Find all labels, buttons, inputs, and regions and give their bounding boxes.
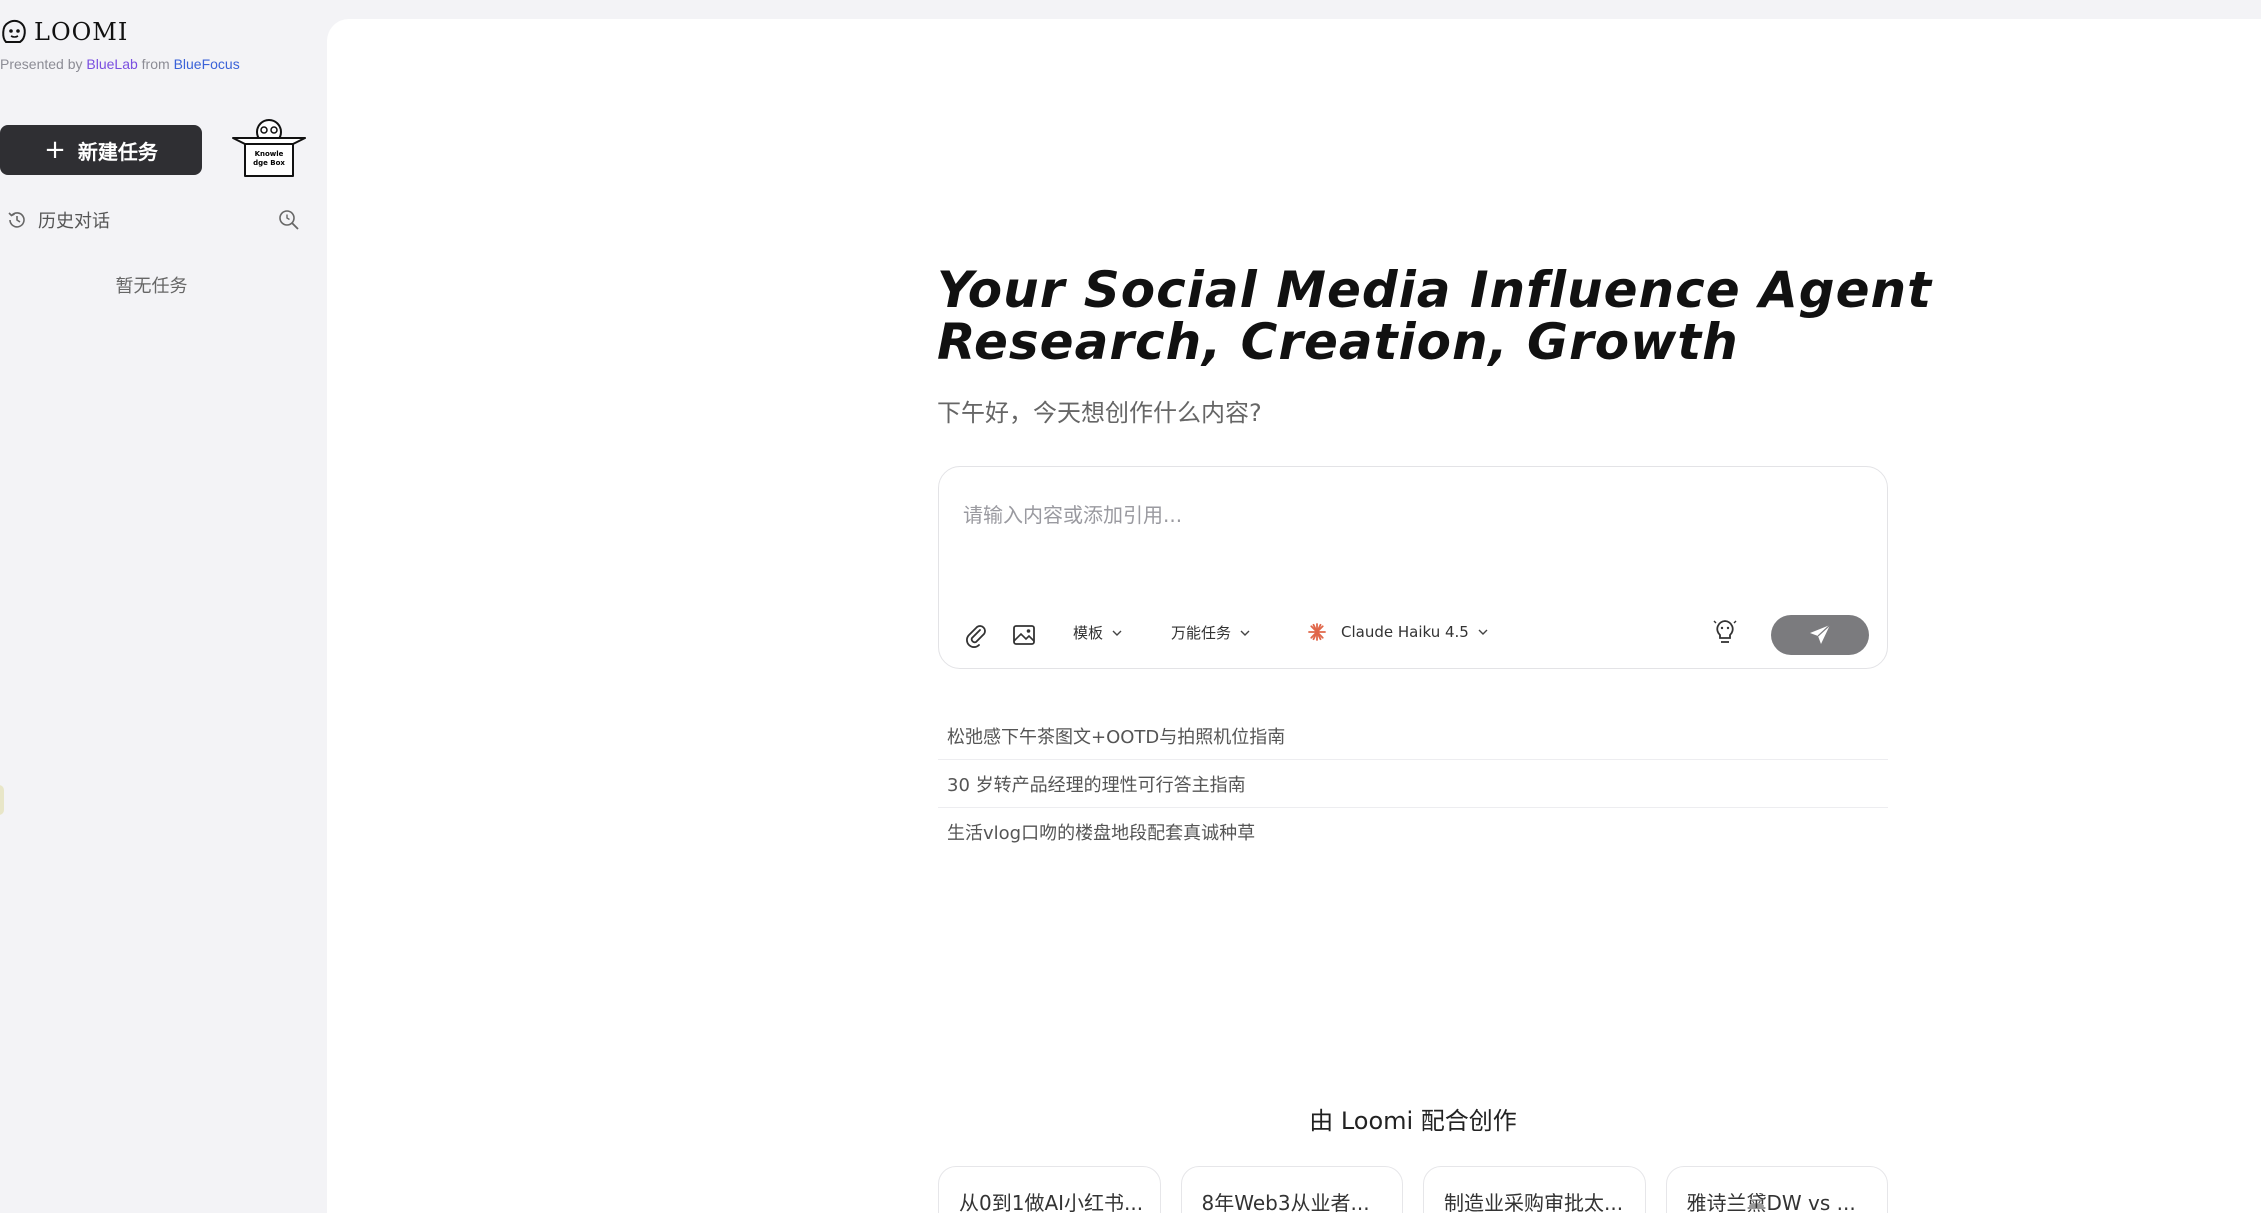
history-icon (8, 212, 25, 228)
sidebar-resize-handle[interactable] (0, 785, 4, 815)
composer: 模板 万能任务 Claude Haiku 4.5 (938, 466, 1888, 669)
hero-title: Your Social Media Influence Agent Resear… (937, 264, 1932, 368)
send-icon (1810, 624, 1831, 644)
brand-name: LOOMI (34, 18, 129, 46)
prompt-input[interactable] (963, 503, 1843, 527)
model-label: Claude Haiku 4.5 (1341, 623, 1469, 641)
showcase-title: 由 Loomi 配合创作 (1309, 1107, 1517, 1135)
history-row: 历史对话 (6, 205, 306, 235)
image-upload-button[interactable] (1011, 622, 1037, 648)
hero-line-1: Your Social Media Influence Agent (937, 261, 1932, 319)
inspiration-button[interactable] (1711, 617, 1739, 647)
knowledge-box-icon[interactable]: Knowle dge Box (230, 118, 308, 180)
showcase-card[interactable]: 雅诗兰黛DW vs ... (1665, 1166, 1888, 1213)
send-button[interactable] (1771, 615, 1869, 655)
showcase-card[interactable]: 制造业采购审批太... (1423, 1166, 1646, 1213)
attach-button[interactable] (963, 622, 989, 648)
showcase-card[interactable]: 8年Web3从业者... (1180, 1166, 1403, 1213)
task-type-label: 万能任务 (1171, 624, 1232, 642)
sidebar: LOOMI Presented by BlueLab from BlueFocu… (0, 0, 327, 1213)
new-task-button[interactable]: + 新建任务 (0, 125, 202, 175)
knowledge-box-text-2: dge Box (253, 159, 285, 167)
suggestion-list: 松弛感下午茶图文+OOTD与拍照机位指南 30 岁转产品经理的理性可行答主指南 … (938, 712, 1888, 856)
empty-tasks-label: 暂无任务 (115, 276, 188, 297)
showcase-cards: 从0到1做AI小红书... 8年Web3从业者... 制造业采购审批太... 雅… (938, 1166, 1888, 1213)
task-type-dropdown[interactable]: 万能任务 (1171, 622, 1251, 643)
brand-sub-prefix: Presented by (0, 56, 87, 72)
showcase-card[interactable]: 从0到1做AI小红书... (938, 1166, 1161, 1213)
template-dropdown[interactable]: 模板 (1073, 622, 1123, 643)
image-icon (1013, 625, 1035, 645)
history-label[interactable]: 历史对话 (38, 207, 110, 233)
bluefocus-link[interactable]: BlueFocus (174, 56, 240, 72)
chevron-down-icon (1478, 629, 1488, 635)
model-dropdown[interactable]: Claude Haiku 4.5 (1307, 622, 1489, 642)
suggestion-item[interactable]: 松弛感下午茶图文+OOTD与拍照机位指南 (938, 712, 1888, 760)
brand[interactable]: LOOMI (0, 18, 128, 46)
paperclip-icon (966, 625, 986, 648)
suggestion-item[interactable]: 30 岁转产品经理的理性可行答主指南 (938, 760, 1888, 808)
claude-logo-icon (1308, 623, 1326, 641)
history-search-icon[interactable] (276, 207, 302, 233)
suggestion-item[interactable]: 生活vlog口吻的楼盘地段配套真诚种草 (938, 808, 1888, 856)
loomi-logo-icon (2, 19, 26, 43)
plus-icon: + (44, 135, 66, 165)
bluelab-link[interactable]: BlueLab (86, 56, 137, 72)
template-label: 模板 (1073, 624, 1104, 642)
new-task-label: 新建任务 (77, 139, 158, 164)
main-panel: Your Social Media Influence Agent Resear… (327, 19, 2261, 1213)
knowledge-box-text-1: Knowle (255, 150, 284, 158)
brand-subtitle: Presented by BlueLab from BlueFocus (0, 56, 240, 72)
greeting-text: 下午好，今天想创作什么内容? (937, 399, 1262, 427)
hero-line-2: Research, Creation, Growth (937, 313, 1739, 371)
chevron-down-icon (1240, 630, 1250, 636)
lightbulb-icon (1713, 620, 1737, 643)
chevron-down-icon (1112, 630, 1122, 636)
brand-sub-mid: from (137, 56, 174, 72)
